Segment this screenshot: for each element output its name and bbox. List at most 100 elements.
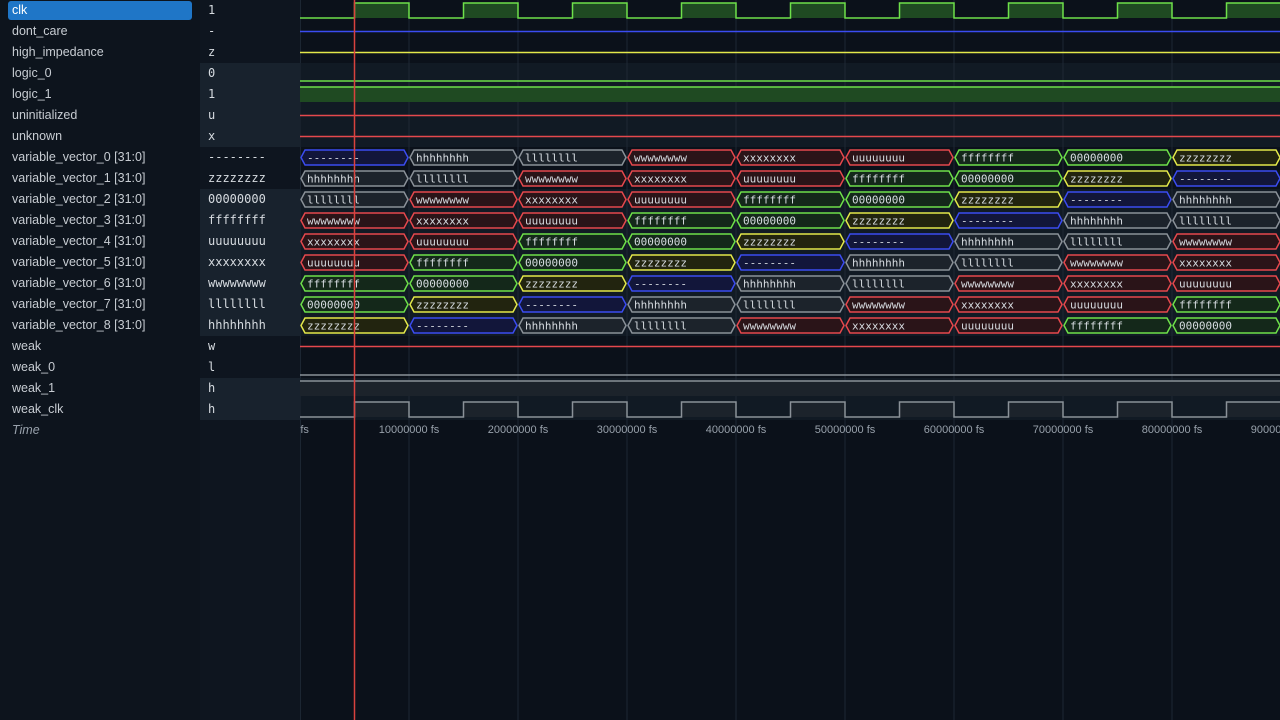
signal-name-variable-vector-0[interactable]: variable_vector_0 [31:0]: [8, 148, 192, 167]
clk-high-fill: [790, 3, 845, 18]
vector-segment-label: ffffffff: [743, 194, 796, 207]
vector-segment-label: uuuuuuuu: [743, 173, 796, 186]
signal-value-logic-0: 0: [200, 63, 300, 84]
vector-segment-label: uuuuuuuu: [634, 194, 687, 207]
weak-clk-high-fill: [681, 402, 736, 417]
vector-segment-label: ffffffff: [525, 236, 578, 249]
signal-value-logic-1: 1: [200, 84, 300, 105]
signal-value-high-impedance: z: [208, 45, 216, 59]
signal-name-variable-vector-5[interactable]: variable_vector_5 [31:0]: [8, 253, 192, 272]
clk-high-fill: [572, 3, 627, 18]
signal-values-panel: 1- z 0 1 u x -------- zzzzzzzz 00000000 ffffffff u…: [200, 0, 301, 720]
vector-segment-label: xxxxxxxx: [416, 215, 469, 228]
vector-segment-label: 00000000: [525, 257, 578, 270]
weak-1-fill: [300, 381, 1280, 396]
vector-segment-label: xxxxxxxx: [961, 299, 1014, 312]
vector-segment-label: xxxxxxxx: [852, 320, 905, 333]
vector-segment-label: wwwwwwww: [1070, 257, 1123, 270]
signal-names-panel: clk dont_care high_impedance logic_0 logic_1…: [0, 0, 201, 720]
vector-segment-label: uuuuuuuu: [525, 215, 578, 228]
signal-name-weak[interactable]: weak: [8, 337, 192, 356]
signal-value-weak-clk: h: [200, 399, 300, 420]
vector-segment-label: xxxxxxxx: [525, 194, 578, 207]
weak-clk-high-fill: [463, 402, 518, 417]
vector-segment-label: hhhhhhhh: [307, 173, 360, 186]
time-axis-tick-label: 40000000 fs: [706, 424, 767, 436]
vector-segment-label: 00000000: [634, 236, 687, 249]
vector-segment-label: --------: [743, 257, 796, 270]
signal-value-dont-care: -: [208, 24, 216, 38]
signal-name-variable-vector-1[interactable]: variable_vector_1 [31:0]: [8, 169, 192, 188]
vector-segment-label: zzzzzzzz: [852, 215, 905, 228]
time-axis-tick-label: 50000000 fs: [815, 424, 876, 436]
vector-segment-label: llllllll: [1070, 236, 1123, 249]
signal-value-variable-vector-4: uuuuuuuu: [200, 231, 300, 252]
vector-segment-label: zzzzzzzz: [416, 299, 469, 312]
time-axis-tick-label: 0 fs: [300, 424, 309, 436]
vector-segment-label: wwwwwwww: [961, 278, 1014, 291]
time-label: Time: [12, 423, 40, 437]
vector-segment-label: --------: [961, 215, 1014, 228]
vector-segment-label: ffffffff: [307, 278, 360, 291]
vector-segment-label: --------: [525, 299, 578, 312]
vector-segment-label: llllllll: [852, 278, 905, 291]
signal-name-variable-vector-8[interactable]: variable_vector_8 [31:0]: [8, 316, 192, 335]
signal-name-logic-0[interactable]: logic_0: [8, 64, 192, 83]
waveform-svg[interactable]: -------- hhhhhhhh llllllll wwwwwwww xxxxxxxx…: [300, 0, 1280, 720]
signal-value-variable-vector-5: xxxxxxxx: [200, 252, 300, 273]
vector-segment-label: wwwwwwww: [416, 194, 469, 207]
signal-name-unknown[interactable]: unknown: [8, 127, 192, 146]
vector-segment-label: zzzzzzzz: [961, 194, 1014, 207]
vector-segment-label: hhhhhhhh: [1070, 215, 1123, 228]
signal-name-weak-clk[interactable]: weak_clk: [8, 400, 192, 419]
vector-segment-label: llllllll: [743, 299, 796, 312]
vector-segment-label: 00000000: [852, 194, 905, 207]
signal-name-dont-care[interactable]: dont_care: [8, 22, 192, 41]
vector-segment-label: xxxxxxxx: [743, 152, 796, 165]
time-axis-tick-label: 60000000 fs: [924, 424, 985, 436]
vector-segment-label: 00000000: [1179, 320, 1232, 333]
vector-segment-label: uuuuuuuu: [852, 152, 905, 165]
vector-segment-label: ffffffff: [416, 257, 469, 270]
signal-name-variable-vector-6[interactable]: variable_vector_6 [31:0]: [8, 274, 192, 293]
time-axis-tick-label: 70000000 fs: [1033, 424, 1094, 436]
vector-segment-label: --------: [416, 320, 469, 333]
vector-segment-label: zzzzzzzz: [743, 236, 796, 249]
signal-name-variable-vector-4[interactable]: variable_vector_4 [31:0]: [8, 232, 192, 251]
vector-segment-label: ffffffff: [961, 152, 1014, 165]
signal-value-variable-vector-6: wwwwwwww: [200, 273, 300, 294]
signal-value-variable-vector-1: zzzzzzzz: [208, 171, 266, 185]
signal-name-variable-vector-3[interactable]: variable_vector_3 [31:0]: [8, 211, 192, 230]
vector-segment-label: llllllll: [416, 173, 469, 186]
vector-segment-label: --------: [307, 152, 360, 165]
vector-segment-label: zzzzzzzz: [1070, 173, 1123, 186]
signal-name-logic-1[interactable]: logic_1: [8, 85, 192, 104]
time-axis-tick-label: 20000000 fs: [488, 424, 549, 436]
signal-name-clk[interactable]: clk: [8, 1, 192, 20]
vector-segment-label: wwwwwwww: [307, 215, 360, 228]
signal-value-uninitialized: u: [200, 105, 300, 126]
vector-segment-label: xxxxxxxx: [634, 173, 687, 186]
vector-segment-label: ffffffff: [852, 173, 905, 186]
vector-segment-label: uuuuuuuu: [416, 236, 469, 249]
weak-clk-high-fill: [790, 402, 845, 417]
logic-1-fill: [300, 87, 1280, 102]
signal-name-weak-0[interactable]: weak_0: [8, 358, 192, 377]
vector-segment-label: uuuuuuuu: [1070, 299, 1123, 312]
signal-name-variable-vector-7[interactable]: variable_vector_7 [31:0]: [8, 295, 192, 314]
time-axis-tick-label: 10000000 fs: [379, 424, 440, 436]
signal-name-weak-1[interactable]: weak_1: [8, 379, 192, 398]
waveform-canvas[interactable]: -------- hhhhhhhh llllllll wwwwwwww xxxxxxxx…: [300, 0, 1280, 720]
signal-value-variable-vector-7: llllllll: [200, 294, 300, 315]
vector-segment-label: xxxxxxxx: [1179, 257, 1232, 270]
signal-name-high-impedance[interactable]: high_impedance: [8, 43, 192, 62]
signal-name-variable-vector-2[interactable]: variable_vector_2 [31:0]: [8, 190, 192, 209]
signal-value-variable-vector-2: 00000000: [200, 189, 300, 210]
vector-segment-label: hhhhhhhh: [961, 236, 1014, 249]
vector-segment-label: hhhhhhhh: [852, 257, 905, 270]
vector-segment-label: llllllll: [525, 152, 578, 165]
vector-segment-label: uuuuuuuu: [961, 320, 1014, 333]
vector-segment-label: --------: [634, 278, 687, 291]
signal-value-weak: w: [208, 339, 216, 353]
signal-name-uninitialized[interactable]: uninitialized: [8, 106, 192, 125]
